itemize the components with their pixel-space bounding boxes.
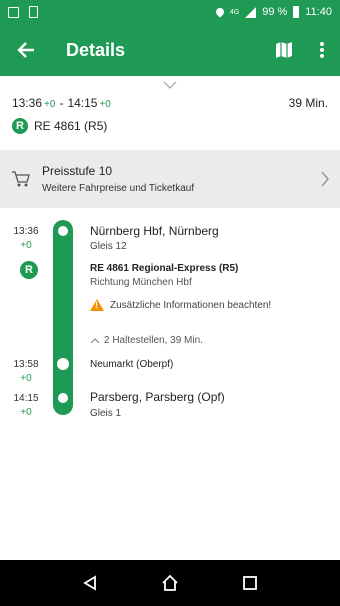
status-right: 4G 99 % 11:40 [214,6,332,18]
arrival-delay: +0 [99,99,111,110]
page-title: Details [66,39,126,60]
notice-text: Zusätzliche Informationen beachten! [110,299,272,311]
arrival-time: 14:15 [67,96,98,110]
home-icon [162,574,178,591]
destination-time: 14:15 [13,393,39,404]
intermediate-stop-name[interactable]: Neumarkt (Oberpf) [90,359,173,370]
app-toolbar: Details [0,24,340,76]
intermediate-stop-node [57,358,69,370]
departure-delay: +0 [44,99,56,110]
overflow-menu-button[interactable] [304,24,340,76]
arrow-left-icon [17,42,34,58]
regional-train-badge: R [12,118,28,134]
intermediate-stops-toggle[interactable]: 2 Haltestellen, 39 Min. [90,335,203,346]
nav-back-button[interactable] [75,568,105,598]
destination-delay: +0 [20,407,32,418]
origin-stop-name[interactable]: Nürnberg Hbf, Nürnberg [90,224,219,238]
fare-row[interactable]: Preisstufe 10 Weitere Fahrpreise und Tic… [0,150,340,208]
train-name: RE 4861 Regional-Express (R5) [90,263,239,274]
train-direction: Richtung München Hbf [90,277,192,288]
triangle-back-icon [83,575,96,591]
battery-icon [293,6,300,18]
map-icon [276,42,292,58]
warning-icon [90,299,104,311]
cart-icon-wrap [0,170,42,188]
origin-platform: Gleis 12 [90,241,127,252]
system-nav-bar [0,560,340,606]
intermediate-time-col: 13:58 +0 [6,359,46,384]
document-icon [29,6,38,18]
more-vert-icon [320,42,324,58]
status-left [8,6,38,18]
nav-home-button[interactable] [155,568,185,598]
intermediate-delay: +0 [20,373,32,384]
origin-time: 13:36 [13,226,39,237]
fare-chevron [310,171,340,187]
journey-timeline: 13:36 +0 Nürnberg Hbf, Nürnberg Gleis 12… [0,210,340,560]
image-icon [8,6,19,18]
regional-train-badge-small: R [20,261,38,279]
destination-time-col: 14:15 +0 [6,393,46,418]
destination-stop-node [55,390,71,406]
shopping-cart-icon [12,171,30,187]
status-bar: 4G 99 % 11:40 [0,0,340,24]
signal-icon [245,6,257,18]
destination-platform: Gleis 1 [90,408,122,419]
departure-time: 13:36 [12,96,43,110]
trip-train: R RE 4861 (R5) [12,118,328,134]
battery-percent: 99 % [262,6,288,18]
fare-text: Preisstufe 10 Weitere Fahrpreise und Tic… [42,164,310,194]
chevron-down-icon [163,81,177,89]
clock: 11:40 [305,6,332,18]
network-type: 4G [229,8,240,16]
intermediate-time: 13:58 [13,359,39,370]
time-separator: - [59,96,64,110]
fare-more-link: Weitere Fahrpreise und Ticketkauf [42,183,195,194]
trip-summary: 13:36 +0 - 14:15 +0 39 Min. R RE 4861 (R… [12,96,328,134]
map-button[interactable] [264,24,304,76]
origin-delay: +0 [20,240,32,251]
back-button[interactable] [0,24,52,76]
screen: 4G 99 % 11:40 Details 13:36 +0 - 14:15 +… [0,0,340,606]
trip-times: 13:36 +0 - 14:15 +0 39 Min. [12,96,328,110]
chevron-right-icon [321,171,329,187]
train-label: RE 4861 (R5) [34,119,108,133]
location-icon [214,6,226,18]
origin-stop-node [55,223,71,239]
destination-stop-name[interactable]: Parsberg, Parsberg (Opf) [90,390,225,404]
origin-time-col: 13:36 +0 [6,226,46,251]
notice-row[interactable]: Zusätzliche Informationen beachten! [90,299,271,311]
nav-recents-button[interactable] [235,568,265,598]
fare-level: Preisstufe 10 [42,164,113,178]
chevron-up-icon [90,337,100,343]
toolbar-actions [264,24,340,76]
trip-duration: 39 Min. [288,96,328,110]
route-line [53,220,73,415]
intermediate-stops-label: 2 Haltestellen, 39 Min. [104,335,203,346]
expand-header-button[interactable] [160,78,180,92]
square-recents-icon [243,576,257,590]
